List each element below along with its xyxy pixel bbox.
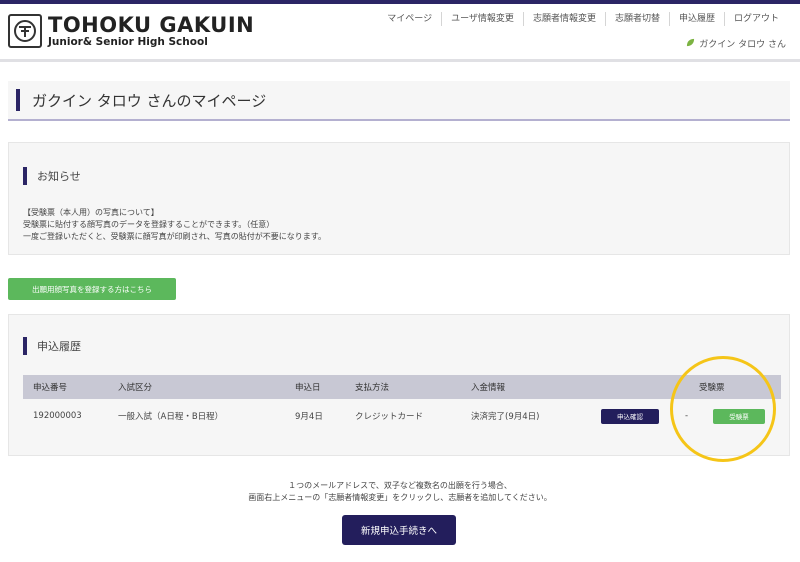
history-accent-bar xyxy=(23,337,27,355)
history-heading-label: 申込履歴 xyxy=(37,340,81,353)
notice-panel: お知らせ 【受験票（本人用）の写真について】 受験票に貼付する顔写真のデータを登… xyxy=(8,142,790,255)
notice-text: 【受験票（本人用）の写真について】 受験票に貼付する顔写真のデータを登録すること… xyxy=(23,207,326,243)
user-name-label: ガクイン タロウ さん xyxy=(699,40,786,50)
footer-line-2: 画面右上メニューの「志願者情報変更」をクリックし、志願者を追加してください。 xyxy=(248,493,552,502)
history-heading: 申込履歴 xyxy=(23,337,81,355)
footer-note: １つのメールアドレスで、双子など複数名の出願を行う場合、 画面右上メニューの「志… xyxy=(0,480,800,504)
row-payment: クレジットカード xyxy=(355,412,424,422)
col-status: 入金情報 xyxy=(471,383,506,393)
row-dash: - xyxy=(685,411,689,421)
notice-heading-label: お知らせ xyxy=(37,170,81,183)
history-table: 申込番号 入試区分 申込日 支払方法 入金情報 受験票 192000003 一般… xyxy=(23,375,781,433)
footer-line-1: １つのメールアドレスで、双子など複数名の出願を行う場合、 xyxy=(288,481,512,490)
new-application-button[interactable]: 新規申込手続きへ xyxy=(342,515,456,545)
current-user: ガクイン タロウ さん xyxy=(686,37,786,50)
table-row: 192000003 一般入試（A日程・B日程） 9月4日 クレジットカード 決済… xyxy=(23,399,781,433)
col-ticket: 受験票 xyxy=(699,383,725,393)
site-header: TOHOKU GAKUIN Junior& Senior High School… xyxy=(0,4,800,62)
notice-line-3: 一度ご登録いただくと、受験票に顔写真が印刷され、写真の貼付が不要になります。 xyxy=(23,232,326,241)
row-number: 192000003 xyxy=(33,411,82,421)
nav-history[interactable]: 申込履歴 xyxy=(668,12,724,26)
col-payment: 支払方法 xyxy=(355,383,390,393)
col-date: 申込日 xyxy=(295,383,321,393)
logo-subtitle: Junior& Senior High School xyxy=(48,36,208,48)
notice-line-1: 【受験票（本人用）の写真について】 xyxy=(23,208,159,217)
notice-heading: お知らせ xyxy=(23,167,81,185)
row-date: 9月4日 xyxy=(295,412,323,422)
school-logo[interactable]: TOHOKU GAKUIN Junior& Senior High School xyxy=(8,14,254,49)
history-panel: 申込履歴 申込番号 入試区分 申込日 支払方法 入金情報 受験票 1920000… xyxy=(8,314,790,456)
top-nav: マイページ ユーザ情報変更 志願者情報変更 志願者切替 申込履歴 ログアウト xyxy=(378,12,788,26)
school-crest-icon xyxy=(8,14,42,48)
table-header: 申込番号 入試区分 申込日 支払方法 入金情報 受験票 xyxy=(23,375,781,399)
row-detail-cell: 申込確認 xyxy=(601,399,659,433)
exam-ticket-button[interactable]: 受験票 xyxy=(713,408,765,424)
nav-logout[interactable]: ログアウト xyxy=(723,12,788,26)
row-category: 一般入試（A日程・B日程） xyxy=(118,412,224,422)
page-title: ガクイン タロウ さんのマイページ xyxy=(32,91,267,110)
col-category: 入試区分 xyxy=(118,383,153,393)
nav-applicant-info[interactable]: 志願者情報変更 xyxy=(522,12,605,26)
title-accent-bar xyxy=(16,89,20,111)
page-title-panel: ガクイン タロウ さんのマイページ xyxy=(8,81,790,121)
notice-line-2: 受験票に貼付する顔写真のデータを登録することができます。（任意） xyxy=(23,220,275,229)
row-status: 決済完了(9月4日) xyxy=(471,412,540,422)
notice-accent-bar xyxy=(23,167,27,185)
nav-mypage[interactable]: マイページ xyxy=(378,12,441,26)
leaf-icon xyxy=(686,38,695,50)
row-ticket-cell: 受験票 xyxy=(713,399,765,433)
application-detail-button[interactable]: 申込確認 xyxy=(601,408,659,424)
nav-user-info[interactable]: ユーザ情報変更 xyxy=(441,12,523,26)
nav-switch-applicant[interactable]: 志願者切替 xyxy=(604,12,669,26)
logo-title: TOHOKU GAKUIN xyxy=(48,13,255,37)
register-photo-button[interactable]: 出願用顔写真を登録する方はこちら xyxy=(8,278,176,300)
col-number: 申込番号 xyxy=(33,383,68,393)
